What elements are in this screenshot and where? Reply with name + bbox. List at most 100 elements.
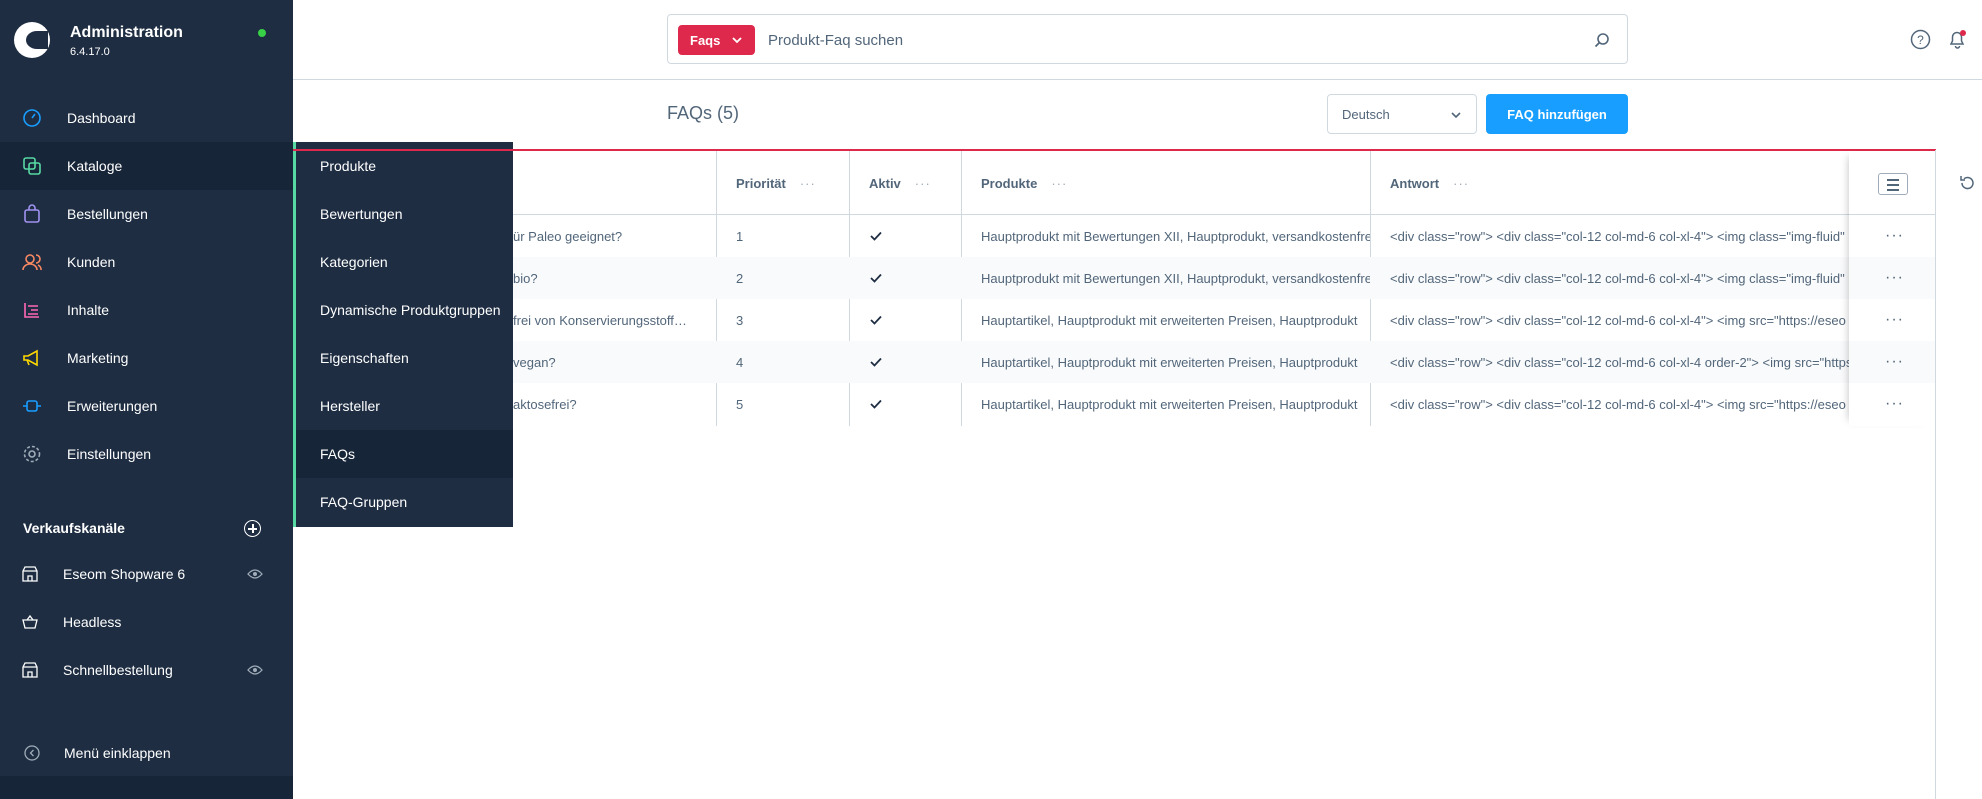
basket-icon — [22, 614, 38, 629]
main-nav: Dashboard Kataloge Bestellungen Kunden I… — [0, 94, 293, 478]
sales-channel-label: Schnellbestellung — [63, 662, 173, 678]
collapse-label: Menü einklappen — [64, 745, 171, 761]
cell-answer: <div class="row"> <div class="col-12 col… — [1390, 270, 1845, 286]
flyout-item-kategorien[interactable]: Kategorien — [296, 238, 513, 286]
nav-item-bestellungen[interactable]: Bestellungen — [0, 190, 293, 238]
nav-label: Einstellungen — [67, 446, 152, 462]
nav-item-einstellungen[interactable]: Einstellungen — [0, 430, 293, 478]
storefront-icon — [22, 566, 38, 582]
page-title-count: (5) — [717, 103, 740, 123]
cell-question[interactable]: vegan? — [513, 341, 716, 383]
flyout-item-bewertungen[interactable]: Bewertungen — [296, 190, 513, 238]
flyout-item-faq-gruppen[interactable]: FAQ-Gruppen — [296, 478, 513, 526]
marketing-icon — [23, 349, 38, 367]
flyout-item-hersteller[interactable]: Hersteller — [296, 382, 513, 430]
sales-channel-label: Headless — [63, 614, 122, 630]
cell-answer: <div class="row"> <div class="col-12 col… — [1390, 312, 1846, 328]
table-row[interactable]: ür Paleo geeignet? 1 Hauptprodukt mit Be… — [513, 215, 1936, 257]
cell-priority: 4 — [736, 354, 744, 370]
brand-title: Administration — [70, 24, 183, 41]
page-title-text: FAQs — [667, 103, 713, 123]
grid-header: Priorität ··· Aktiv ··· Produkte ··· Antwor… — [513, 151, 1936, 215]
chevron-down-icon — [1451, 112, 1461, 119]
sales-channel-item[interactable]: Schnellbestellung — [0, 646, 293, 694]
search-input[interactable] — [768, 27, 1568, 53]
checkmark-icon — [870, 315, 882, 325]
add-sales-channel-icon[interactable] — [244, 520, 261, 537]
cell-answer: <div class="row"> <div class="col-12 col… — [1390, 228, 1845, 244]
cell-products: Hauptartikel, Hauptprodukt mit erweitert… — [981, 312, 1358, 328]
grid-settings-button[interactable] — [1878, 173, 1908, 195]
cell-active — [849, 215, 961, 257]
nav-item-inhalte[interactable]: Inhalte — [0, 286, 293, 334]
sales-channel-item[interactable]: Headless — [0, 598, 293, 646]
settings-icon — [23, 445, 41, 463]
notification-bell-icon[interactable] — [1947, 29, 1968, 50]
table-row[interactable]: bio? 2 Hauptprodukt mit Bewertungen XII,… — [513, 257, 1936, 299]
cell-question[interactable]: aktosefrei? — [513, 383, 716, 425]
checkmark-icon — [870, 357, 882, 367]
nav-item-kataloge[interactable]: Kataloge — [0, 142, 293, 190]
table-row[interactable]: aktosefrei? 5 Hauptartikel, Hauptprodukt… — [513, 383, 1936, 425]
brand-version: 6.4.17.0 — [70, 46, 110, 58]
flyout-item-faqs[interactable]: FAQs — [296, 430, 513, 478]
extensions-icon — [23, 400, 41, 412]
language-switch[interactable]: Deutsch — [1327, 94, 1477, 134]
cell-answer: <div class="row"> <div class="col-12 col… — [1390, 354, 1849, 370]
column-menu-icon[interactable]: ··· — [915, 176, 931, 191]
sales-channel-item[interactable]: Eseom Shopware 6 — [0, 550, 293, 598]
cell-products: Hauptartikel, Hauptprodukt mit erweitert… — [981, 396, 1358, 412]
sales-channels-title: Verkaufskanäle — [23, 520, 125, 536]
brand-header: Administration 6.4.17.0 — [0, 0, 293, 80]
table-row[interactable]: frei von Konservierungsstoff… 3 Hauptart… — [513, 299, 1936, 341]
nav-item-marketing[interactable]: Marketing — [0, 334, 293, 382]
cell-question[interactable]: ür Paleo geeignet? — [513, 215, 716, 257]
checkmark-icon — [870, 231, 882, 241]
search-type-chip[interactable]: Faqs — [678, 25, 755, 55]
nav-item-kunden[interactable]: Kunden — [0, 238, 293, 286]
column-label: Produkte — [981, 175, 1038, 191]
column-header-active[interactable]: Aktiv ··· — [849, 151, 961, 215]
sidebar: Administration 6.4.17.0 Dashboard Katalo… — [0, 0, 293, 799]
flyout-item-dynamische-produktgruppen[interactable]: Dynamische Produktgruppen — [296, 286, 513, 334]
cell-answer: <div class="row"> <div class="col-12 col… — [1390, 396, 1846, 412]
cell-question[interactable]: bio? — [513, 257, 716, 299]
cell-priority: 2 — [736, 270, 744, 286]
status-indicator — [258, 29, 266, 37]
cell-active — [849, 383, 961, 425]
orders-icon — [24, 204, 40, 223]
cell-products: Hauptprodukt mit Bewertungen XII, Hauptp… — [981, 270, 1370, 286]
nav-item-dashboard[interactable]: Dashboard — [0, 94, 293, 142]
dashboard-icon — [23, 109, 41, 127]
language-value: Deutsch — [1342, 106, 1390, 122]
column-header-answer[interactable]: Antwort ··· — [1370, 151, 1849, 215]
catalog-flyout-menu: Produkte Bewertungen Kategorien Dynamisc… — [293, 142, 513, 527]
search-type-label: Faqs — [690, 32, 721, 48]
collapse-menu-button[interactable]: Menü einklappen — [0, 736, 293, 770]
column-header-products[interactable]: Produkte ··· — [961, 151, 1370, 215]
eye-icon[interactable] — [247, 567, 263, 581]
cell-priority: 5 — [736, 396, 744, 412]
eye-icon[interactable] — [247, 663, 263, 677]
nav-label: Kataloge — [67, 158, 123, 174]
cell-question[interactable]: frei von Konservierungsstoff… — [513, 299, 716, 341]
column-header-priority[interactable]: Priorität ··· — [716, 151, 849, 215]
checkmark-icon — [870, 399, 882, 409]
column-menu-icon[interactable]: ··· — [800, 176, 816, 191]
checkmark-icon — [870, 273, 882, 283]
search-icon[interactable] — [1593, 31, 1611, 49]
nav-item-erweiterungen[interactable]: Erweiterungen — [0, 382, 293, 430]
column-menu-icon[interactable]: ··· — [1453, 176, 1469, 191]
customers-icon — [22, 254, 42, 271]
chevron-down-icon — [732, 37, 742, 44]
cell-active — [849, 257, 961, 299]
refresh-icon[interactable] — [1958, 174, 1976, 192]
table-row[interactable]: vegan? 4 Hauptartikel, Hauptprodukt mit … — [513, 341, 1936, 383]
add-faq-button[interactable]: FAQ hinzufügen — [1486, 94, 1628, 134]
help-icon[interactable]: ? — [1910, 29, 1931, 50]
flyout-item-eigenschaften[interactable]: Eigenschaften — [296, 334, 513, 382]
nav-label: Marketing — [67, 350, 129, 366]
column-label: Antwort — [1390, 175, 1440, 191]
column-menu-icon[interactable]: ··· — [1051, 176, 1067, 191]
faq-data-grid: Priorität ··· Aktiv ··· Produkte ··· Antwor… — [513, 151, 1936, 426]
